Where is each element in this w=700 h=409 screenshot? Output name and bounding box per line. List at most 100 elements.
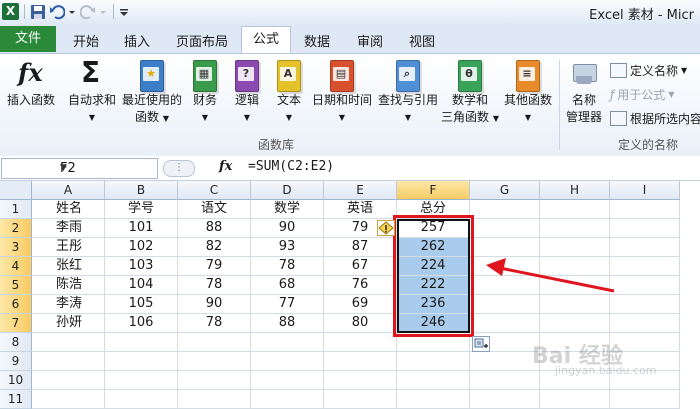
- row-header-6[interactable]: 6: [0, 295, 32, 314]
- row-header-7[interactable]: 7: [0, 314, 32, 333]
- cell-g5[interactable]: [470, 276, 540, 295]
- cell-f10[interactable]: [397, 371, 470, 390]
- cell-e9[interactable]: [324, 352, 397, 371]
- cell-f7[interactable]: 246: [397, 314, 470, 333]
- recently-used-button[interactable]: ★ 最近使用的 函数 ▼: [122, 58, 182, 127]
- cell-c5[interactable]: 78: [178, 276, 251, 295]
- cell-a6[interactable]: 李涛: [32, 295, 105, 314]
- cell-a4[interactable]: 张红: [32, 257, 105, 276]
- name-box[interactable]: F2 ▼: [1, 158, 158, 179]
- cell-i1[interactable]: [610, 200, 680, 219]
- auto-fill-options-icon[interactable]: [472, 336, 490, 352]
- cell-a2[interactable]: 李雨: [32, 219, 105, 238]
- cell-c9[interactable]: [178, 352, 251, 371]
- cell-f1[interactable]: 总分: [397, 200, 470, 219]
- row-header-8[interactable]: 8: [0, 333, 32, 352]
- cell-i6[interactable]: [610, 295, 680, 314]
- cell-f4[interactable]: 224: [397, 257, 470, 276]
- cell-i2[interactable]: [610, 219, 680, 238]
- cell-c7[interactable]: 78: [178, 314, 251, 333]
- cell-c1[interactable]: 语文: [178, 200, 251, 219]
- undo-dropdown-icon[interactable]: [68, 4, 77, 20]
- tab-data[interactable]: 数据: [304, 31, 330, 50]
- cell-g10[interactable]: [470, 371, 540, 390]
- column-header-e[interactable]: E: [324, 181, 397, 200]
- cell-h3[interactable]: [540, 238, 610, 257]
- cell-e10[interactable]: [324, 371, 397, 390]
- cell-g7[interactable]: [470, 314, 540, 333]
- tab-formulas[interactable]: 公式: [241, 26, 292, 54]
- cell-c10[interactable]: [178, 371, 251, 390]
- cell-e6[interactable]: 69: [324, 295, 397, 314]
- cell-g4[interactable]: [470, 257, 540, 276]
- math-trig-button[interactable]: θ 数学和 三角函数 ▼: [441, 58, 499, 127]
- column-header-i[interactable]: I: [610, 181, 680, 200]
- define-name-button[interactable]: 定义名称 ▼: [610, 62, 687, 79]
- cell-g2[interactable]: [470, 219, 540, 238]
- cell-h2[interactable]: [540, 219, 610, 238]
- cell-e8[interactable]: [324, 333, 397, 352]
- cell-a5[interactable]: 陈浩: [32, 276, 105, 295]
- cell-b1[interactable]: 学号: [105, 200, 178, 219]
- cell-b10[interactable]: [105, 371, 178, 390]
- cell-h7[interactable]: [540, 314, 610, 333]
- cell-d9[interactable]: [251, 352, 324, 371]
- tab-view[interactable]: 视图: [409, 31, 435, 50]
- cell-h6[interactable]: [540, 295, 610, 314]
- insert-function-button[interactable]: fx 插入函数: [4, 58, 58, 109]
- cell-b6[interactable]: 105: [105, 295, 178, 314]
- row-header-1[interactable]: 1: [0, 200, 32, 219]
- cell-b2[interactable]: 101: [105, 219, 178, 238]
- more-functions-button[interactable]: ≡ 其他函数 ▼: [501, 58, 555, 126]
- cell-d8[interactable]: [251, 333, 324, 352]
- formula-input[interactable]: =SUM(C2:E2): [248, 159, 334, 174]
- row-header-2[interactable]: 2: [0, 219, 32, 238]
- cell-i3[interactable]: [610, 238, 680, 257]
- cell-b7[interactable]: 106: [105, 314, 178, 333]
- column-header-h[interactable]: H: [540, 181, 610, 200]
- lookup-reference-button[interactable]: ⌕ 查找与引用 ▼: [375, 58, 441, 126]
- column-header-d[interactable]: D: [251, 181, 324, 200]
- cell-c3[interactable]: 82: [178, 238, 251, 257]
- cell-d10[interactable]: [251, 371, 324, 390]
- cell-d1[interactable]: 数学: [251, 200, 324, 219]
- cell-e7[interactable]: 80: [324, 314, 397, 333]
- text-button[interactable]: A 文本 ▼: [271, 58, 307, 126]
- row-header-4[interactable]: 4: [0, 257, 32, 276]
- redo-icon[interactable]: [80, 4, 96, 20]
- cell-a3[interactable]: 王彤: [32, 238, 105, 257]
- error-warning-icon[interactable]: [377, 220, 395, 236]
- cell-g9[interactable]: [470, 352, 540, 371]
- cell-f8[interactable]: [397, 333, 470, 352]
- cell-a10[interactable]: [32, 371, 105, 390]
- logical-button[interactable]: ? 逻辑 ▼: [229, 58, 265, 126]
- select-all-corner[interactable]: [0, 181, 32, 200]
- column-header-g[interactable]: G: [470, 181, 540, 200]
- cell-b5[interactable]: 104: [105, 276, 178, 295]
- row-header-5[interactable]: 5: [0, 276, 32, 295]
- cell-g6[interactable]: [470, 295, 540, 314]
- cell-b3[interactable]: 102: [105, 238, 178, 257]
- tab-file[interactable]: 文件: [0, 26, 56, 52]
- tab-page-layout[interactable]: 页面布局: [176, 31, 228, 50]
- cell-f2[interactable]: 257: [397, 219, 470, 238]
- cell-i7[interactable]: [610, 314, 680, 333]
- cell-i4[interactable]: [610, 257, 680, 276]
- cell-a7[interactable]: 孙妍: [32, 314, 105, 333]
- cell-h1[interactable]: [540, 200, 610, 219]
- cell-d2[interactable]: 90: [251, 219, 324, 238]
- cell-d7[interactable]: 88: [251, 314, 324, 333]
- tab-insert[interactable]: 插入: [124, 31, 150, 50]
- cell-h5[interactable]: [540, 276, 610, 295]
- row-header-9[interactable]: 9: [0, 352, 32, 371]
- row-header-3[interactable]: 3: [0, 238, 32, 257]
- undo-icon[interactable]: [49, 4, 65, 20]
- cell-e4[interactable]: 67: [324, 257, 397, 276]
- cell-b9[interactable]: [105, 352, 178, 371]
- cell-c6[interactable]: 90: [178, 295, 251, 314]
- cell-f5[interactable]: 222: [397, 276, 470, 295]
- financial-button[interactable]: ▦ 财务 ▼: [187, 58, 223, 126]
- cell-c2[interactable]: 88: [178, 219, 251, 238]
- cell-e3[interactable]: 87: [324, 238, 397, 257]
- cell-d5[interactable]: 68: [251, 276, 324, 295]
